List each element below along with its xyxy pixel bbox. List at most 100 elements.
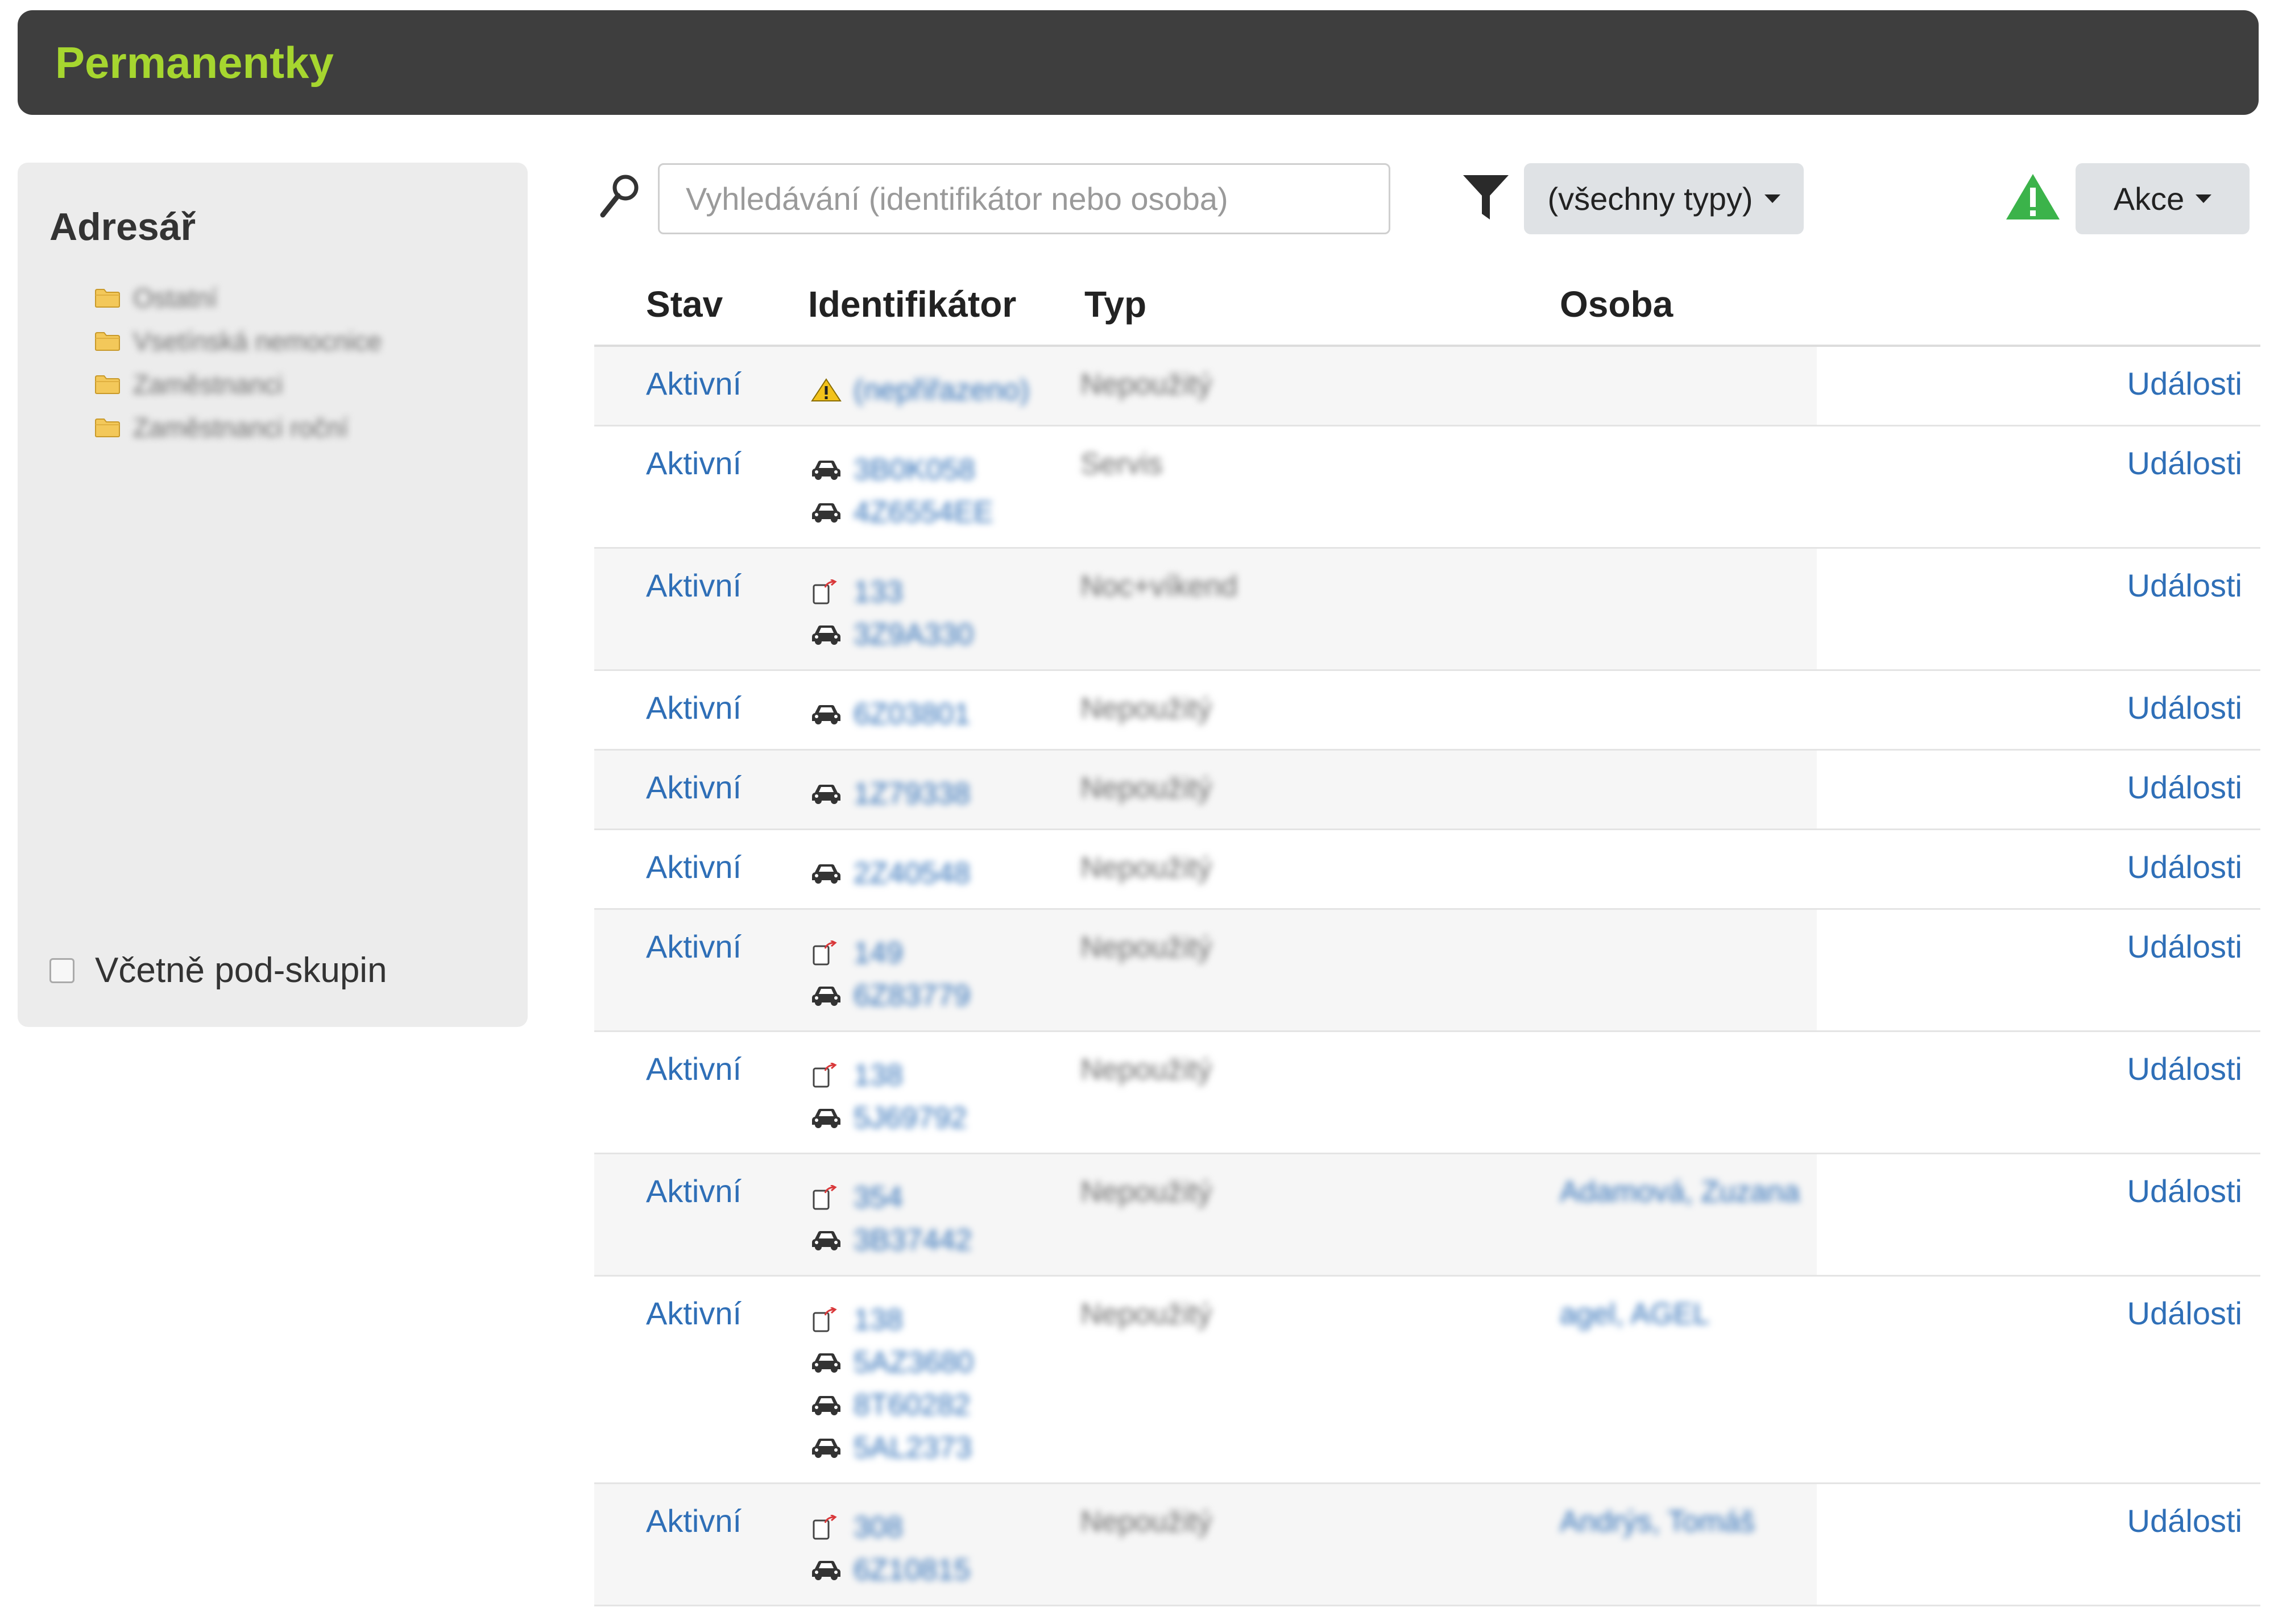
car-icon — [810, 1350, 842, 1375]
table-row: Aktivní 2Z40548 Nepoužitý Události — [594, 830, 2260, 910]
events-link[interactable]: Události — [2127, 567, 2242, 604]
page-title: Permanentky — [55, 37, 334, 88]
car-icon — [810, 622, 842, 647]
identifier-value[interactable]: 149 — [854, 936, 903, 970]
type-filter-dropdown[interactable]: (všechny typy) — [1524, 163, 1804, 234]
status-link[interactable]: Aktivní — [646, 769, 742, 806]
identifier-item[interactable]: 308 — [810, 1506, 970, 1548]
sidebar-title: Adresář — [49, 205, 196, 248]
identifier-item[interactable]: 4Z6554EE — [810, 491, 993, 533]
identifier-value[interactable]: 3Z9A330 — [854, 618, 974, 652]
identifier-value[interactable]: 2Z40548 — [854, 856, 970, 890]
events-link[interactable]: Události — [2127, 1173, 2242, 1209]
identifier-item[interactable]: 354 — [810, 1176, 972, 1219]
identifier-item[interactable]: 8T60282 — [810, 1383, 974, 1426]
person-link[interactable]: agel, AGEL — [1560, 1297, 1709, 1331]
filter-icon[interactable] — [1460, 171, 1511, 223]
status-link[interactable]: Aktivní — [646, 848, 742, 885]
events-link[interactable]: Události — [2127, 1050, 2242, 1087]
car-icon — [810, 1228, 842, 1253]
chevron-down-icon — [1764, 194, 1780, 203]
identifier-value[interactable]: 5AL2373 — [854, 1431, 972, 1465]
events-link[interactable]: Události — [2127, 769, 2242, 806]
table-header: Stav Identifikátor Typ Osoba — [594, 267, 2260, 347]
car-icon — [810, 1435, 842, 1460]
column-header-stav[interactable]: Stav — [646, 283, 723, 325]
folder-item[interactable]: Zaměstnanci roční — [94, 406, 382, 449]
identifier-value[interactable]: 4Z6554EE — [854, 495, 993, 529]
status-link[interactable]: Aktivní — [646, 567, 742, 604]
identifier-item[interactable]: 3Z9A330 — [810, 613, 974, 656]
identifier-value[interactable]: 5J69792 — [854, 1101, 967, 1135]
events-link[interactable]: Události — [2127, 1502, 2242, 1539]
identifier-item[interactable]: 149 — [810, 931, 970, 974]
identifier-item[interactable]: 1Z79338 — [810, 772, 970, 815]
identifier-value[interactable]: 354 — [854, 1180, 903, 1215]
identifier-value[interactable]: 5AZ3680 — [854, 1345, 974, 1379]
status-link[interactable]: Aktivní — [646, 1295, 742, 1332]
identifier-value[interactable]: 3B0K058 — [854, 453, 975, 487]
status-link[interactable]: Aktivní — [646, 445, 742, 482]
include-subgroups-checkbox[interactable]: Včetně pod-skupin — [49, 950, 387, 991]
identifier-item[interactable]: 5AZ3680 — [810, 1341, 974, 1383]
status-link[interactable]: Aktivní — [646, 1050, 742, 1087]
events-link[interactable]: Události — [2127, 848, 2242, 885]
column-header-identifikator[interactable]: Identifikátor — [808, 283, 1016, 325]
identifier-value[interactable]: 308 — [854, 1510, 903, 1544]
table-row: Aktivní 149 6Z83779 Nepoužitý Události — [594, 910, 2260, 1032]
search-input[interactable] — [658, 163, 1390, 234]
identifier-item[interactable]: 2Z40548 — [810, 852, 970, 894]
folder-item[interactable]: Ostatní — [94, 276, 382, 320]
identifier-item[interactable]: 138 — [810, 1054, 967, 1096]
folder-label: Ostatní — [133, 283, 218, 313]
person-link[interactable]: Andrýs, Tomáš — [1560, 1505, 1755, 1539]
identifier-item[interactable]: 133 — [810, 570, 974, 613]
identifier-value[interactable]: 133 — [854, 575, 903, 609]
status-link[interactable]: Aktivní — [646, 928, 742, 965]
identifier-item[interactable]: 3B37442 — [810, 1219, 972, 1261]
identifier-value[interactable]: 6Z03801 — [854, 697, 970, 731]
identifier-value[interactable]: (nepřiřazeno) — [854, 373, 1029, 407]
column-header-osoba[interactable]: Osoba — [1560, 283, 1673, 325]
identifier-value[interactable]: 6Z83779 — [854, 979, 970, 1013]
car-icon — [810, 781, 842, 806]
events-link[interactable]: Události — [2127, 445, 2242, 482]
car-icon — [810, 1393, 842, 1418]
identifier-item[interactable]: 5AL2373 — [810, 1426, 974, 1469]
events-link[interactable]: Události — [2127, 689, 2242, 726]
identifier-value[interactable]: 138 — [854, 1303, 903, 1337]
type-value: Nepoužitý — [1080, 368, 1212, 401]
actions-dropdown-button[interactable]: Akce — [2076, 163, 2250, 234]
folder-item[interactable]: Zaměstnanci — [94, 363, 382, 406]
identifier-item[interactable]: 5J69792 — [810, 1096, 967, 1139]
identifier-list: 138 5AZ3680 8T60282 5AL2373 — [810, 1298, 974, 1469]
events-link[interactable]: Události — [2127, 365, 2242, 402]
permits-table-body: Aktivní (nepřiřazeno) Nepoužitý Události Akt… — [594, 347, 2260, 1606]
table-row: Aktivní 308 6Z10815 Nepoužitý Andrýs, Tomáš U… — [594, 1484, 2260, 1606]
identifier-item[interactable]: 3B0K058 — [810, 448, 993, 491]
identifier-value[interactable]: 138 — [854, 1058, 903, 1092]
identifier-value[interactable]: 1Z79338 — [854, 777, 970, 811]
status-link[interactable]: Aktivní — [646, 1502, 742, 1539]
events-link[interactable]: Události — [2127, 928, 2242, 965]
folder-item[interactable]: Vsetínská nemocnice — [94, 320, 382, 363]
identifier-item[interactable]: 138 — [810, 1298, 974, 1341]
type-filter-label: (všechny typy) — [1547, 181, 1753, 217]
identifier-value[interactable]: 8T60282 — [854, 1388, 970, 1422]
status-link[interactable]: Aktivní — [646, 689, 742, 726]
identifier-item[interactable]: (nepřiřazeno) — [810, 368, 1029, 411]
person-link[interactable]: Adamová, Zuzana — [1560, 1175, 1800, 1209]
identifier-value[interactable]: 3B37442 — [854, 1223, 972, 1257]
identifier-item[interactable]: 6Z83779 — [810, 974, 970, 1017]
checkbox-box[interactable] — [49, 958, 74, 983]
events-link[interactable]: Události — [2127, 1295, 2242, 1332]
status-link[interactable]: Aktivní — [646, 1173, 742, 1209]
identifier-item[interactable]: 6Z10815 — [810, 1548, 970, 1591]
column-header-typ[interactable]: Typ — [1084, 283, 1146, 325]
identifier-item[interactable]: 6Z03801 — [810, 693, 970, 735]
type-value: Nepoužitý — [1080, 1175, 1212, 1208]
identifier-value[interactable]: 6Z10815 — [854, 1553, 970, 1587]
status-link[interactable]: Aktivní — [646, 365, 742, 402]
warning-triangle-icon[interactable] — [2004, 172, 2061, 222]
folder-tree: Ostatní Vsetínská nemocnice Zaměstnanci Zam… — [94, 276, 382, 449]
